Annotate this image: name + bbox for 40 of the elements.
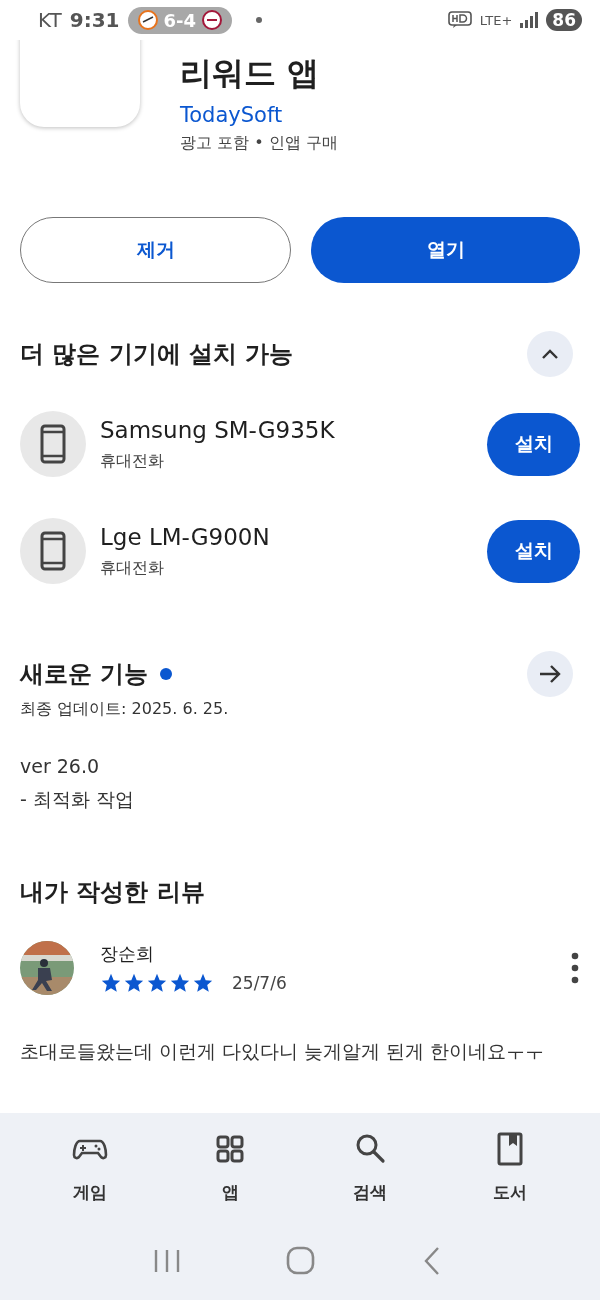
arrow-button[interactable]: [527, 651, 573, 697]
network-label: LTE+: [479, 12, 513, 28]
notification-dot: [256, 17, 263, 23]
new-indicator-dot: [160, 668, 173, 680]
nav-tab[interactable]: 도서: [440, 1131, 580, 1204]
nav-tab[interactable]: 게임: [20, 1131, 160, 1204]
phone-icon: [40, 531, 66, 571]
clock: 9:31: [69, 8, 120, 32]
signal-icon: [520, 12, 539, 28]
score-badge: 6-4: [127, 6, 233, 34]
developer-link[interactable]: TodaySoft: [180, 103, 338, 127]
device-type: 휴대전화: [100, 557, 165, 579]
open-button[interactable]: 열기: [311, 217, 580, 283]
nav-tab[interactable]: 검색: [300, 1131, 440, 1204]
device-type: 휴대전화: [100, 450, 165, 472]
chevron-icon: [540, 348, 560, 360]
update-date: 최종 업데이트: 2025. 6. 25.: [19, 699, 230, 720]
hd-voice-icon: [447, 11, 472, 29]
review-text: 초대로들왔는데 이런게 다있다니 늦게알게 된게 한이네요ㅜㅜ: [19, 1039, 546, 1064]
battery-indicator: 86: [546, 9, 582, 31]
section-title: 내가 작성한 리뷰: [20, 877, 205, 908]
arrow-right-icon: [539, 664, 561, 684]
review-date: 25/7/6: [232, 973, 287, 993]
install-button[interactable]: 설치: [487, 519, 580, 583]
more-options-icon[interactable]: [570, 950, 580, 986]
phone-icon: [40, 424, 66, 464]
release-note: ver 26.0: [19, 754, 101, 779]
carrier-label: KT: [38, 8, 62, 32]
reviewer-name: 장순희: [100, 942, 155, 966]
app-info: 광고 포함 • 인앱 구매: [180, 133, 338, 154]
uninstall-button[interactable]: 제거: [20, 217, 291, 283]
nav-tab[interactable]: 앱: [160, 1131, 300, 1204]
app-title: 리워드 앱: [180, 53, 321, 94]
section-title: 새로운 기능: [20, 659, 149, 690]
section-title: 더 많은 기기에 설치 가능: [20, 339, 294, 370]
release-note: - 최적화 작업: [19, 787, 135, 812]
collapse-button[interactable]: [527, 331, 573, 377]
device-name: Samsung SM-G935K: [100, 416, 336, 443]
device-name: Lge LM-G900N: [100, 523, 271, 550]
install-button[interactable]: 설치: [487, 412, 580, 476]
